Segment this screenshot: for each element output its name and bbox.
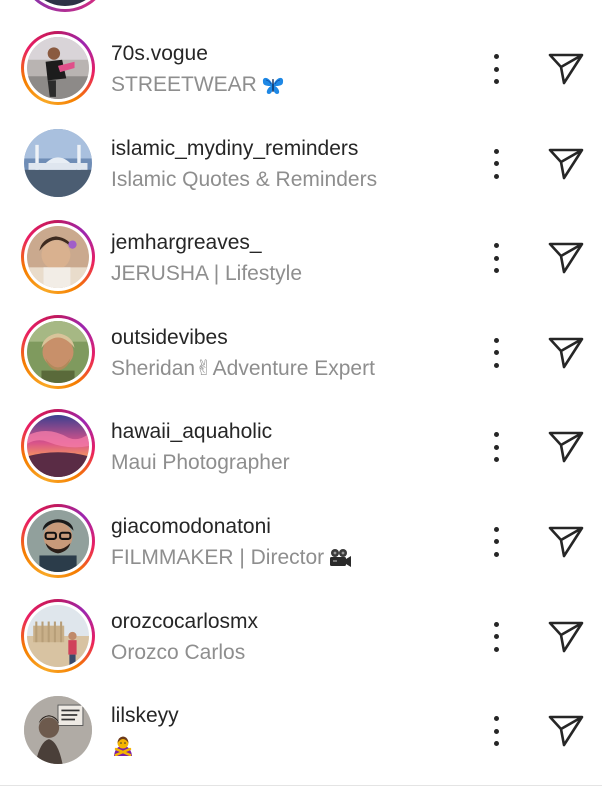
avatar[interactable]	[21, 314, 95, 389]
list-item[interactable]: islamic_mydiny_reminders Islamic Quotes …	[0, 115, 602, 210]
more-options-icon[interactable]	[484, 432, 508, 463]
send-icon[interactable]	[546, 240, 586, 276]
list-item[interactable]: lilskeyy	[0, 682, 602, 777]
send-icon[interactable]	[546, 51, 586, 87]
list-item[interactable]: outsidevibes Sheridan✌Adventure Expert	[0, 304, 602, 399]
avatar[interactable]	[21, 693, 95, 767]
username[interactable]: lilskeyy	[111, 703, 179, 729]
butterfly-icon	[261, 74, 285, 96]
username[interactable]: islamic_mydiny_reminders	[111, 136, 377, 162]
more-options-icon[interactable]	[484, 716, 508, 747]
more-options-icon[interactable]	[484, 243, 508, 274]
full-name: STREETWEAR	[111, 72, 285, 98]
list-item[interactable]: hawaii_aquaholic Maui Photographer	[0, 398, 602, 493]
send-icon[interactable]	[546, 524, 586, 560]
full-name: Sheridan✌Adventure Expert	[111, 356, 375, 380]
suggestion-list: 70s.vogue STREETWEAR islamic_mydiny_remi…	[0, 20, 602, 777]
partial-list-item[interactable]	[0, 0, 602, 12]
username[interactable]: hawaii_aquaholic	[111, 419, 290, 445]
list-item[interactable]: giacomodonatoni FILMMAKER | Director	[0, 493, 602, 588]
list-item[interactable]: jemhargreaves_ JERUSHA | Lifestyle	[0, 209, 602, 304]
avatar[interactable]	[21, 598, 95, 673]
full-name: JERUSHA | Lifestyle	[111, 262, 303, 286]
list-item[interactable]: 70s.vogue STREETWEAR	[0, 20, 602, 115]
full-name: Maui Photographer	[111, 451, 290, 475]
send-icon[interactable]	[546, 146, 586, 182]
more-options-icon[interactable]	[484, 621, 508, 652]
full-name: FILMMAKER | Director	[111, 545, 352, 571]
send-icon[interactable]	[546, 619, 586, 655]
full-name-text: FILMMAKER | Director	[111, 545, 325, 569]
full-name: Islamic Quotes & Reminders	[111, 167, 378, 191]
avatar[interactable]	[21, 126, 95, 200]
send-icon[interactable]	[546, 335, 586, 371]
full-name-text: STREETWEAR	[111, 73, 257, 96]
username[interactable]: 70s.vogue	[111, 41, 285, 67]
more-options-icon[interactable]	[484, 148, 508, 179]
avatar[interactable]	[21, 503, 95, 578]
more-options-icon[interactable]	[484, 54, 508, 84]
username[interactable]: giacomodonatoni	[111, 514, 352, 540]
divider	[0, 785, 602, 786]
username[interactable]: jemhargreaves_	[111, 230, 302, 256]
send-icon[interactable]	[546, 713, 586, 749]
full-name: Orozco Carlos	[111, 640, 246, 664]
partial-avatar	[20, 0, 110, 12]
list-item[interactable]: orozcocarlosmx Orozco Carlos	[0, 588, 602, 683]
avatar[interactable]	[21, 220, 95, 295]
movie-camera-icon	[328, 547, 352, 569]
username[interactable]: outsidevibes	[111, 325, 375, 351]
username[interactable]: orozcocarlosmx	[111, 609, 258, 635]
more-options-icon[interactable]	[484, 337, 508, 368]
woman-gesturing-no-icon	[111, 734, 135, 757]
full-name	[111, 734, 179, 757]
send-icon[interactable]	[546, 429, 586, 465]
avatar[interactable]	[21, 31, 95, 105]
more-options-icon[interactable]	[484, 526, 508, 557]
avatar[interactable]	[21, 409, 95, 484]
